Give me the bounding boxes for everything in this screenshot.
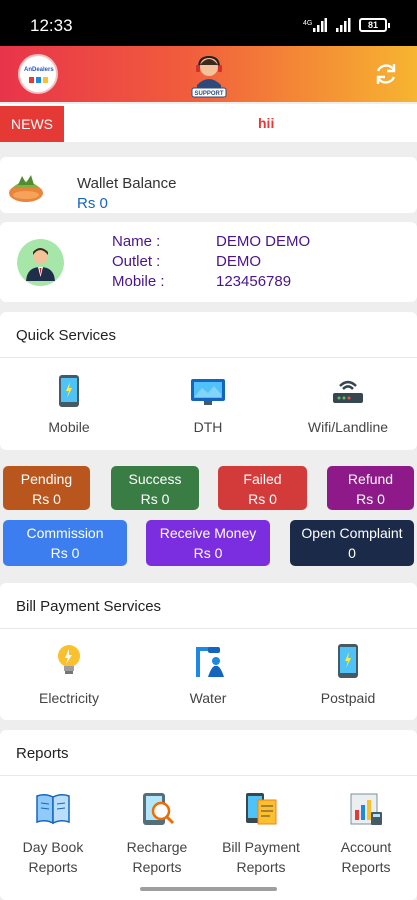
app-logo[interactable]: AnDealers	[18, 54, 58, 94]
service-label: DTH	[193, 419, 223, 435]
divider	[0, 775, 417, 776]
reports-card: Reports Day Book Reports Recharge Reports …	[0, 730, 417, 900]
tile-receive-money[interactable]: Receive Money Rs 0	[146, 520, 270, 566]
svg-text:4G: 4G	[303, 20, 312, 27]
bill-payment-title: Bill Payment Services	[16, 598, 162, 615]
logo-icons	[29, 77, 48, 83]
app-header: AnDealers SUPPORT	[0, 46, 417, 102]
outlet-value: DEMO	[216, 253, 261, 270]
service-mobile[interactable]: Mobile	[29, 374, 109, 435]
report-label-line2: Reports	[28, 859, 78, 875]
tile-value: 0	[348, 545, 356, 561]
report-label-line1: Day Book	[22, 839, 84, 855]
tile-value: Rs 0	[32, 491, 61, 507]
avatar	[17, 239, 64, 286]
quick-services-card: Quick Services Mobile DTH Wifi/Landline	[0, 312, 417, 450]
tile-label: Refund	[347, 471, 394, 487]
report-label: Account Reports	[325, 837, 407, 877]
postpaid-icon	[338, 644, 358, 678]
support-icon[interactable]: SUPPORT	[188, 51, 230, 99]
service-label: Postpaid	[320, 690, 376, 706]
wallet-card[interactable]: Wallet Balance Rs 0	[0, 157, 417, 213]
bill-payment-card: Bill Payment Services Electricity Water …	[0, 583, 417, 720]
tile-value: Rs 0	[50, 545, 80, 561]
report-label-line2: Reports	[236, 859, 286, 875]
service-wifi-landline[interactable]: Wifi/Landline	[298, 374, 398, 435]
profile-card: Name : DEMO DEMO Outlet : DEMO Mobile : …	[0, 222, 417, 302]
logo-text: AnDealers	[24, 67, 54, 73]
battery-icon: 81	[359, 18, 390, 32]
recharge-report-icon	[143, 793, 175, 825]
report-day-book[interactable]: Day Book Reports	[12, 792, 94, 877]
user-icon	[26, 248, 55, 281]
service-label: Water	[189, 690, 227, 706]
tile-label: Failed	[243, 471, 282, 487]
service-postpaid[interactable]: Postpaid	[308, 643, 388, 706]
reports-title: Reports	[16, 745, 69, 762]
wallet-label: Wallet Balance	[77, 175, 177, 192]
tile-value: Rs 0	[356, 491, 385, 507]
report-label: Day Book Reports	[12, 837, 94, 877]
service-label: Wifi/Landline	[307, 419, 389, 435]
report-label-line1: Bill Payment	[222, 839, 300, 855]
tile-label: Receive Money	[159, 525, 257, 541]
signal-icon	[336, 18, 351, 32]
bill-report-icon	[246, 793, 277, 825]
svg-text:SUPPORT: SUPPORT	[194, 91, 223, 97]
mobile-icon	[59, 375, 79, 407]
quick-services-title: Quick Services	[16, 327, 117, 344]
mobile-signal-icon: 4G	[303, 18, 327, 32]
service-electricity[interactable]: Electricity	[29, 643, 109, 706]
tile-label: Success	[128, 471, 182, 487]
account-report-icon	[350, 793, 382, 825]
router-icon	[333, 380, 363, 403]
report-label-line1: Account	[340, 839, 392, 855]
tile-value: Rs 0	[193, 545, 223, 561]
tile-value: Rs 0	[140, 491, 170, 507]
wallet-icon	[9, 175, 43, 202]
water-icon	[196, 647, 224, 677]
report-label-line1: Recharge	[126, 839, 188, 855]
service-water[interactable]: Water	[168, 643, 248, 706]
report-label: Bill Payment Reports	[218, 837, 304, 877]
bulb-icon	[58, 645, 80, 674]
wallet-balance: Rs 0	[77, 195, 108, 212]
report-label-line2: Reports	[132, 859, 182, 875]
tile-commission[interactable]: Commission Rs 0	[3, 520, 127, 566]
service-label: Mobile	[48, 419, 90, 435]
name-value: DEMO DEMO	[216, 233, 311, 250]
tile-open-complaint[interactable]: Open Complaint 0	[290, 520, 414, 566]
report-recharge[interactable]: Recharge Reports	[116, 792, 198, 877]
tile-label: Open Complaint	[301, 525, 403, 541]
dth-icon	[191, 379, 225, 405]
divider	[0, 628, 417, 629]
service-label: Electricity	[39, 690, 99, 706]
report-bill-payment[interactable]: Bill Payment Reports	[218, 792, 304, 877]
mobile-value: 123456789	[216, 273, 292, 290]
service-dth[interactable]: DTH	[168, 374, 248, 435]
mobile-label: Mobile :	[112, 273, 165, 290]
daybook-icon	[36, 793, 70, 825]
refresh-icon[interactable]	[372, 60, 400, 88]
news-label: NEWS	[0, 106, 64, 142]
tile-label: Commission	[26, 525, 104, 541]
clock: 12:33	[30, 16, 73, 35]
gesture-nav-bar[interactable]	[140, 887, 277, 891]
divider	[0, 357, 417, 358]
status-bar: 12:33 4G 81	[0, 0, 417, 46]
tile-label: Pending	[20, 471, 73, 487]
tile-value: Rs 0	[248, 491, 277, 507]
outlet-label: Outlet :	[112, 253, 161, 270]
report-label-line2: Reports	[341, 859, 391, 875]
tile-failed[interactable]: Failed Rs 0	[218, 466, 307, 510]
news-text: hii	[258, 115, 275, 131]
tile-pending[interactable]: Pending Rs 0	[3, 466, 90, 510]
tile-refund[interactable]: Refund Rs 0	[327, 466, 414, 510]
name-label: Name :	[112, 233, 161, 250]
tile-success[interactable]: Success Rs 0	[111, 466, 199, 510]
news-ticker: NEWS hii	[0, 104, 417, 142]
report-account[interactable]: Account Reports	[325, 792, 407, 877]
report-label: Recharge Reports	[116, 837, 198, 877]
